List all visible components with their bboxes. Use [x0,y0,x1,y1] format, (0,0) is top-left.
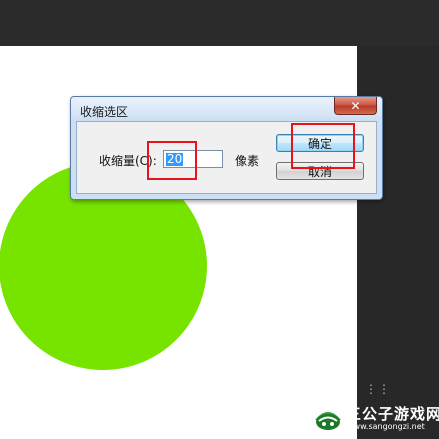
close-icon: ✕ [350,98,361,113]
workspace-top-bar [0,0,439,46]
watermark-title: 三公子游戏网 [346,405,439,423]
site-watermark: 三公子游戏网 www.sangongzi.net [313,400,439,436]
highlight-input-box [147,141,197,180]
dialog-title: 收缩选区 [80,105,129,119]
close-button[interactable]: ✕ [334,97,377,115]
game-logo-icon [315,412,341,430]
panel-dots: ⋮⋮ [365,382,391,396]
highlight-ok-box [291,123,355,169]
pixel-unit-label: 像素 [235,154,260,168]
watermark-url: www.sangongzi.net [347,422,425,431]
